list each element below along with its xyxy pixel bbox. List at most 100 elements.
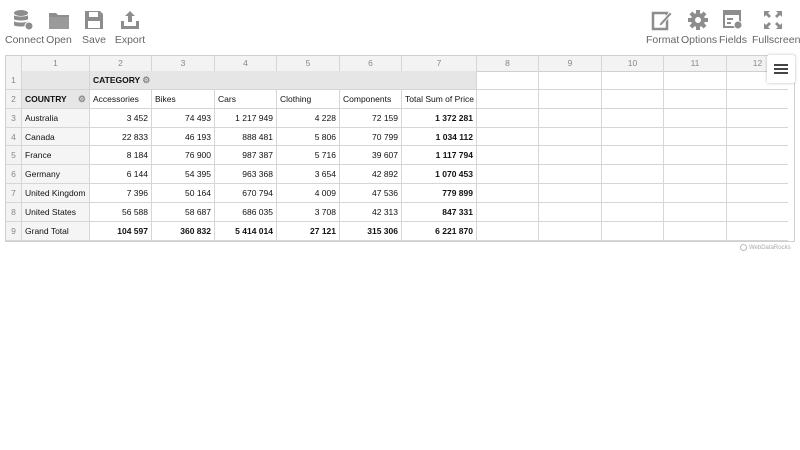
country-field-header[interactable]: COUNTRY ⚙ bbox=[21, 90, 89, 109]
open-button[interactable]: Open bbox=[44, 9, 74, 46]
empty-cell bbox=[476, 184, 538, 203]
empty-cell bbox=[601, 90, 663, 109]
col-number: 4 bbox=[214, 56, 276, 71]
grand-total-cell[interactable]: 27 121 bbox=[276, 222, 339, 241]
connect-button[interactable]: Connect bbox=[5, 9, 44, 46]
empty-cell bbox=[663, 222, 726, 241]
grand-total-cell[interactable]: 315 306 bbox=[339, 222, 401, 241]
data-cell[interactable]: 4 228 bbox=[276, 109, 339, 128]
data-cell[interactable]: 7 396 bbox=[89, 184, 151, 203]
data-cell[interactable]: 888 481 bbox=[214, 128, 276, 146]
data-cell[interactable]: 5 716 bbox=[276, 146, 339, 165]
row-number: 7 bbox=[6, 184, 21, 203]
empty-cell bbox=[476, 128, 538, 146]
data-cell[interactable]: 58 687 bbox=[151, 203, 214, 222]
row-number: 2 bbox=[6, 90, 21, 109]
row-number: 3 bbox=[6, 109, 21, 128]
data-cell[interactable]: 74 493 bbox=[151, 109, 214, 128]
row-total-cell[interactable]: 1 034 112 bbox=[401, 128, 476, 146]
row-total-cell[interactable]: 779 899 bbox=[401, 184, 476, 203]
format-button[interactable]: Format bbox=[646, 9, 680, 46]
data-cell[interactable]: 22 833 bbox=[89, 128, 151, 146]
empty-cell bbox=[538, 184, 601, 203]
grand-total-cell[interactable]: 360 832 bbox=[151, 222, 214, 241]
fullscreen-button[interactable]: Fullscreen bbox=[752, 9, 800, 46]
row-header-country[interactable]: Australia bbox=[21, 109, 89, 128]
data-cell[interactable]: 3 654 bbox=[276, 165, 339, 184]
data-cell[interactable]: 46 193 bbox=[151, 128, 214, 146]
data-cell[interactable]: 963 368 bbox=[214, 165, 276, 184]
row-header-country[interactable]: Germany bbox=[21, 165, 89, 184]
floppy-icon bbox=[85, 11, 103, 29]
row-total-cell[interactable]: 1 372 281 bbox=[401, 109, 476, 128]
data-cell[interactable]: 39 607 bbox=[339, 146, 401, 165]
data-cell[interactable]: 72 159 bbox=[339, 109, 401, 128]
data-cell[interactable]: 50 164 bbox=[151, 184, 214, 203]
empty-cell bbox=[601, 71, 663, 90]
data-cell[interactable]: 5 806 bbox=[276, 128, 339, 146]
webdatarocks-credit[interactable]: WebDataRocks bbox=[740, 244, 791, 251]
grand-total-cell[interactable]: 5 414 014 bbox=[214, 222, 276, 241]
column-header[interactable]: Components bbox=[339, 90, 401, 109]
data-cell[interactable]: 1 217 949 bbox=[214, 109, 276, 128]
pivot-grid[interactable]: 1 2 3 4 5 6 7 8 9 10 11 12 1 2 3 4 5 6 7 8 9 CATE… bbox=[5, 55, 795, 242]
row-header-country[interactable]: Canada bbox=[21, 128, 89, 146]
fullscreen-label: Fullscreen bbox=[752, 34, 800, 46]
format-label: Format bbox=[646, 34, 680, 46]
data-cell[interactable]: 76 900 bbox=[151, 146, 214, 165]
data-cell[interactable]: 8 184 bbox=[89, 146, 151, 165]
empty-cell bbox=[538, 71, 601, 90]
menu-icon bbox=[774, 72, 788, 74]
options-button[interactable]: Options bbox=[681, 9, 718, 46]
data-cell[interactable]: 6 144 bbox=[89, 165, 151, 184]
data-cell[interactable]: 70 799 bbox=[339, 128, 401, 146]
data-cell[interactable]: 3 708 bbox=[276, 203, 339, 222]
row-total-cell[interactable]: 847 331 bbox=[401, 203, 476, 222]
data-cell[interactable]: 3 452 bbox=[89, 109, 151, 128]
empty-cell bbox=[726, 222, 788, 241]
data-cell[interactable]: 987 387 bbox=[214, 146, 276, 165]
fullscreen-icon bbox=[764, 11, 782, 29]
row-number: 1 bbox=[6, 71, 21, 90]
save-button[interactable]: Save bbox=[80, 9, 108, 46]
fields-button[interactable]: Fields bbox=[719, 9, 747, 46]
column-header[interactable]: Cars bbox=[214, 90, 276, 109]
data-cell[interactable]: 4 009 bbox=[276, 184, 339, 203]
export-label: Export bbox=[114, 34, 146, 46]
data-cell[interactable]: 47 536 bbox=[339, 184, 401, 203]
row-header-country[interactable]: United States bbox=[21, 203, 89, 222]
row-header-country[interactable]: France bbox=[21, 146, 89, 165]
empty-cell bbox=[476, 109, 538, 128]
hamburger-menu-button[interactable] bbox=[767, 55, 795, 83]
data-cell[interactable]: 56 588 bbox=[89, 203, 151, 222]
row-total-cell[interactable]: 1 117 794 bbox=[401, 146, 476, 165]
options-label: Options bbox=[681, 34, 718, 46]
empty-cell bbox=[726, 128, 788, 146]
grand-total-cell[interactable]: 104 597 bbox=[89, 222, 151, 241]
data-cell[interactable]: 42 313 bbox=[339, 203, 401, 222]
data-cell[interactable]: 670 794 bbox=[214, 184, 276, 203]
column-header[interactable]: Bikes bbox=[151, 90, 214, 109]
gear-icon[interactable]: ⚙ bbox=[142, 71, 150, 89]
column-header[interactable]: Accessories bbox=[89, 90, 151, 109]
col-number: 2 bbox=[89, 56, 151, 71]
column-header[interactable]: Clothing bbox=[276, 90, 339, 109]
empty-cell bbox=[476, 90, 538, 109]
row-total-cell[interactable]: 1 070 453 bbox=[401, 165, 476, 184]
data-cell[interactable]: 42 892 bbox=[339, 165, 401, 184]
empty-cell bbox=[601, 146, 663, 165]
export-button[interactable]: Export bbox=[114, 9, 146, 46]
grand-total-cell[interactable]: 6 221 870 bbox=[401, 222, 476, 241]
empty-cell bbox=[663, 184, 726, 203]
data-cell[interactable]: 54 395 bbox=[151, 165, 214, 184]
empty-cell bbox=[726, 146, 788, 165]
empty-cell bbox=[476, 203, 538, 222]
empty-cell bbox=[663, 90, 726, 109]
empty-cell bbox=[663, 128, 726, 146]
category-field-header[interactable]: CATEGORY ⚙ bbox=[89, 71, 476, 90]
column-header[interactable]: Total Sum of Price bbox=[401, 90, 476, 109]
grand-total-label[interactable]: Grand Total bbox=[21, 222, 89, 241]
data-cell[interactable]: 686 035 bbox=[214, 203, 276, 222]
row-header-country[interactable]: United Kingdom bbox=[21, 184, 89, 203]
gear-icon[interactable]: ⚙ bbox=[78, 90, 86, 108]
